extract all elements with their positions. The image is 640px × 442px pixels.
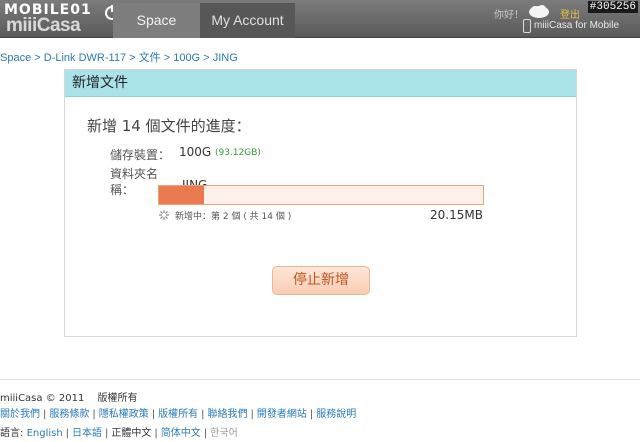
progress-bar-fill	[159, 186, 205, 204]
greeting-text: 你好！	[494, 10, 524, 21]
language-traditional-chinese: 正體中文	[111, 428, 152, 439]
footer-link-about[interactable]: 關於我們	[0, 409, 40, 420]
language-english[interactable]: English	[27, 428, 63, 439]
copyright-text: miiiCasa © 2011	[0, 393, 85, 404]
progress-title: 新增 14 個文件的進度：	[87, 117, 251, 135]
progress-status: 新增中：第 2 個 ( 共 14 個 )	[175, 212, 292, 222]
logo[interactable]: MOBILE01 miiiCasa	[4, 2, 122, 36]
miiicasa-logo-text: miiiCasa	[6, 15, 81, 36]
upload-panel: 新增文件 新增 14 個文件的進度： 儲存裝置： 100G (93.12GB) …	[64, 69, 577, 337]
breadcrumb: Space > D-Link DWR-117 > 文件 > 100G > JIN…	[0, 49, 238, 65]
language-japanese[interactable]: 日本語	[72, 428, 102, 439]
mobile-link[interactable]: miiiCasa for Mobile	[534, 20, 619, 31]
progress-bar	[158, 185, 484, 205]
breadcrumb-item-documents[interactable]: 文件	[139, 52, 161, 64]
storage-size: (93.12GB)	[215, 148, 261, 158]
footer-link-terms[interactable]: 服務條款	[49, 409, 89, 420]
logout-link[interactable]: 登出	[560, 6, 580, 21]
phone-icon	[523, 19, 531, 33]
breadcrumb-separator: >	[34, 52, 41, 64]
tab-my-account[interactable]: My Account	[200, 3, 295, 38]
uploaded-bytes: 20.15MB	[430, 208, 483, 222]
breadcrumb-separator: >	[203, 52, 210, 64]
folder-label: 資料夾名	[110, 167, 159, 181]
folder-value: JING	[182, 178, 208, 185]
language-selector: 語言: English | 日本語 | 正體中文 | 简体中文 | 한국어	[0, 428, 238, 439]
breadcrumb-separator: >	[129, 52, 136, 64]
panel-title: 新增文件	[65, 70, 576, 97]
storage-value: 100G	[179, 145, 212, 159]
breadcrumb-item-drive[interactable]: 100G	[173, 52, 200, 64]
folder-label-cont: 稱：	[110, 183, 135, 197]
footer-links: 關於我們 | 服務條款 | 隱私權政策 | 版權所有 | 聯絡我們 | 開發者網站 | 服務說明	[0, 409, 357, 420]
breadcrumb-item-device[interactable]: D-Link DWR-117	[44, 52, 126, 64]
language-korean[interactable]: 한국어	[210, 428, 238, 439]
footer-link-contact[interactable]: 聯絡我們	[208, 409, 248, 420]
footer-link-developers[interactable]: 開發者網站	[257, 409, 307, 420]
breadcrumb-item-space[interactable]: Space	[0, 52, 31, 64]
watermark-id: #305256	[587, 1, 638, 13]
footer-link-help[interactable]: 服務說明	[316, 409, 356, 420]
user-area: 你好！ 登出 #305256 miiiCasa for Mobile	[490, 0, 640, 38]
top-bar: MOBILE01 miiiCasa Space My Account 你好！ 登…	[0, 0, 640, 38]
spinner-icon	[159, 210, 169, 220]
footer-link-copyright[interactable]: 版權所有	[158, 409, 198, 420]
copyright: miiiCasa © 2011 版權所有	[0, 389, 138, 404]
tab-space[interactable]: Space	[113, 3, 200, 38]
breadcrumb-item-folder[interactable]: JING	[213, 52, 238, 64]
storage-label: 儲存裝置：	[110, 148, 171, 162]
footer-link-privacy[interactable]: 隱私權政策	[99, 409, 149, 420]
cloud-avatar-icon[interactable]	[528, 4, 550, 18]
breadcrumb-separator: >	[163, 52, 171, 64]
rights-text: 版權所有	[97, 393, 138, 404]
language-simplified-chinese[interactable]: 简体中文	[161, 428, 201, 439]
language-label: 語言:	[0, 428, 24, 439]
footer-divider	[0, 379, 640, 380]
stop-adding-button[interactable]: 停止新增	[272, 266, 370, 295]
